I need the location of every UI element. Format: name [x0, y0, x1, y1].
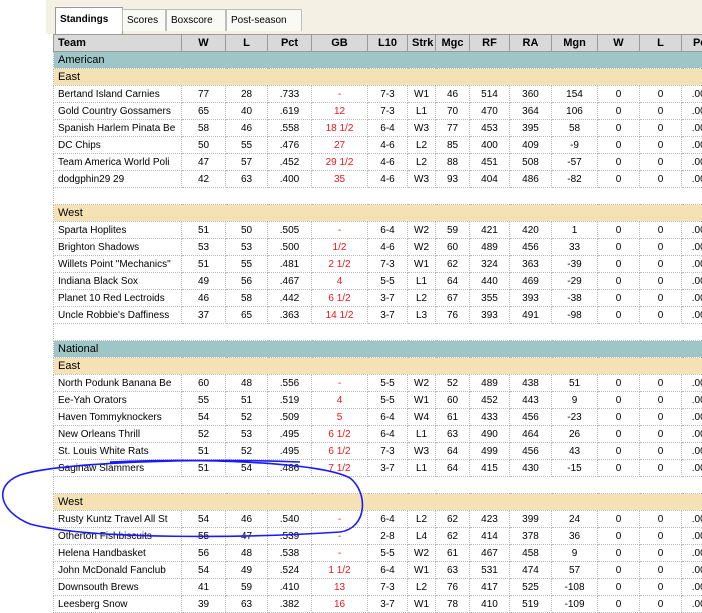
stat-cell: .000: [682, 596, 702, 613]
stat-cell: 39: [182, 596, 226, 613]
stat-cell: .382: [268, 596, 312, 613]
stat-cell: 63: [226, 596, 268, 613]
stat-cell: 0: [598, 596, 640, 613]
stat-cell: 3-7: [368, 596, 408, 613]
table-row: Leesberg Snow3963.382163-7W178410519-109…: [54, 596, 702, 613]
stat-cell: W1: [408, 596, 436, 613]
stat-cell: 410: [470, 596, 510, 613]
hand-drawn-circle-annotation: [0, 0, 702, 589]
stat-cell: 78: [436, 596, 470, 613]
stat-cell: 519: [510, 596, 552, 613]
stat-cell: 16: [312, 596, 368, 613]
stat-cell: -109: [552, 596, 598, 613]
stat-cell: 0: [640, 596, 682, 613]
team-name-cell[interactable]: Leesberg Snow: [54, 596, 182, 613]
